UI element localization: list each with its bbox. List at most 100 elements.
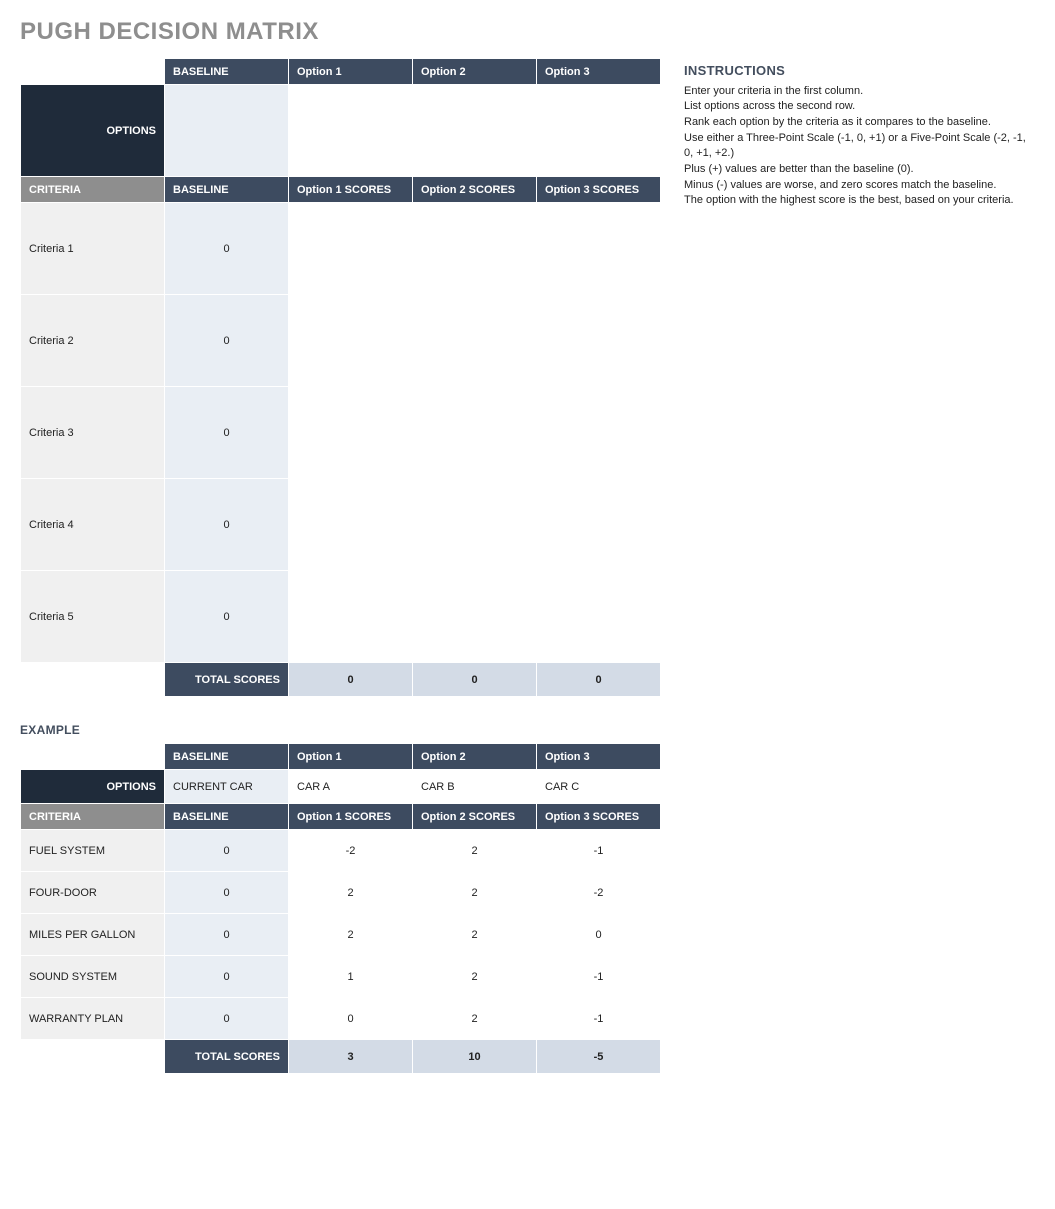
criteria-row: SOUND SYSTEM 0 1 2 -1 bbox=[21, 956, 661, 998]
score-cell[interactable] bbox=[413, 387, 537, 479]
criteria-header: CRITERIA bbox=[21, 177, 165, 203]
instructions-line: Use either a Three-Point Scale (-1, 0, +… bbox=[684, 131, 1035, 161]
score-header: Option 1 SCORES bbox=[289, 177, 413, 203]
score-cell: -1 bbox=[537, 998, 661, 1040]
score-cell: 2 bbox=[413, 956, 537, 998]
instructions-heading: INSTRUCTIONS bbox=[684, 62, 1035, 80]
criteria-row: Criteria 5 0 bbox=[21, 571, 661, 663]
option-header: Option 2 bbox=[413, 744, 537, 770]
total-scores-label: TOTAL SCORES bbox=[165, 663, 289, 697]
baseline-cell: 0 bbox=[165, 203, 289, 295]
score-cell[interactable] bbox=[413, 571, 537, 663]
option-header: BASELINE bbox=[165, 59, 289, 85]
score-cell[interactable] bbox=[289, 203, 413, 295]
instructions-panel: INSTRUCTIONS Enter your criteria in the … bbox=[684, 58, 1035, 209]
baseline-cell: 0 bbox=[165, 571, 289, 663]
criteria-cell[interactable]: Criteria 4 bbox=[21, 479, 165, 571]
score-cell: 2 bbox=[413, 914, 537, 956]
criteria-cell: FOUR-DOOR bbox=[21, 872, 165, 914]
score-cell: -1 bbox=[537, 830, 661, 872]
example-matrix: BASELINE Option 1 Option 2 Option 3 OPTI… bbox=[20, 743, 661, 1074]
criteria-row: FUEL SYSTEM 0 -2 2 -1 bbox=[21, 830, 661, 872]
criteria-cell: WARRANTY PLAN bbox=[21, 998, 165, 1040]
option-value-cell: CAR A bbox=[289, 770, 413, 804]
option-header: Option 1 bbox=[289, 744, 413, 770]
baseline-cell: 0 bbox=[165, 914, 289, 956]
baseline-cell: 0 bbox=[165, 956, 289, 998]
score-cell: -1 bbox=[537, 956, 661, 998]
score-header: Option 3 SCORES bbox=[537, 804, 661, 830]
score-cell: 1 bbox=[289, 956, 413, 998]
score-cell[interactable] bbox=[413, 479, 537, 571]
blank-corner bbox=[21, 59, 165, 85]
option-header: Option 3 bbox=[537, 744, 661, 770]
baseline-cell: 0 bbox=[165, 295, 289, 387]
main-matrix: BASELINE Option 1 Option 2 Option 3 OPTI… bbox=[20, 58, 661, 697]
score-cell: 2 bbox=[289, 872, 413, 914]
instructions-line: Rank each option by the criteria as it c… bbox=[684, 115, 1035, 130]
instructions-line: The option with the highest score is the… bbox=[684, 193, 1035, 208]
options-label: OPTIONS bbox=[21, 770, 165, 804]
criteria-cell[interactable]: Criteria 5 bbox=[21, 571, 165, 663]
criteria-cell[interactable]: Criteria 1 bbox=[21, 203, 165, 295]
criteria-row: Criteria 4 0 bbox=[21, 479, 661, 571]
instructions-line: Plus (+) values are better than the base… bbox=[684, 162, 1035, 177]
total-cell: 3 bbox=[289, 1040, 413, 1074]
score-cell[interactable] bbox=[413, 203, 537, 295]
options-label: OPTIONS bbox=[21, 85, 165, 177]
score-cell: -2 bbox=[289, 830, 413, 872]
baseline-cell: 0 bbox=[165, 479, 289, 571]
criteria-cell[interactable]: Criteria 3 bbox=[21, 387, 165, 479]
score-cell: 2 bbox=[413, 830, 537, 872]
total-cell: -5 bbox=[537, 1040, 661, 1074]
option-header: BASELINE bbox=[165, 744, 289, 770]
criteria-cell: MILES PER GALLON bbox=[21, 914, 165, 956]
option-header: Option 3 bbox=[537, 59, 661, 85]
score-cell[interactable] bbox=[537, 387, 661, 479]
score-cell: 2 bbox=[413, 998, 537, 1040]
criteria-row: MILES PER GALLON 0 2 2 0 bbox=[21, 914, 661, 956]
score-header: Option 1 SCORES bbox=[289, 804, 413, 830]
criteria-row: Criteria 1 0 bbox=[21, 203, 661, 295]
criteria-row: Criteria 2 0 bbox=[21, 295, 661, 387]
total-cell: 0 bbox=[413, 663, 537, 697]
score-cell[interactable] bbox=[289, 571, 413, 663]
total-cell: 10 bbox=[413, 1040, 537, 1074]
option-header: Option 1 bbox=[289, 59, 413, 85]
option-value-cell: CURRENT CAR bbox=[165, 770, 289, 804]
score-cell[interactable] bbox=[413, 295, 537, 387]
option-header: Option 2 bbox=[413, 59, 537, 85]
total-scores-label: TOTAL SCORES bbox=[165, 1040, 289, 1074]
score-cell: 2 bbox=[289, 914, 413, 956]
score-cell: 2 bbox=[413, 872, 537, 914]
score-header: BASELINE bbox=[165, 177, 289, 203]
option-value-cell[interactable] bbox=[537, 85, 661, 177]
score-header: Option 3 SCORES bbox=[537, 177, 661, 203]
score-cell[interactable] bbox=[289, 295, 413, 387]
instructions-line: Enter your criteria in the first column. bbox=[684, 84, 1035, 99]
score-cell: 0 bbox=[289, 998, 413, 1040]
score-cell[interactable] bbox=[537, 479, 661, 571]
option-value-cell: CAR B bbox=[413, 770, 537, 804]
score-cell[interactable] bbox=[537, 295, 661, 387]
baseline-cell: 0 bbox=[165, 387, 289, 479]
criteria-row: FOUR-DOOR 0 2 2 -2 bbox=[21, 872, 661, 914]
option-value-cell[interactable] bbox=[165, 85, 289, 177]
score-cell: -2 bbox=[537, 872, 661, 914]
baseline-cell: 0 bbox=[165, 998, 289, 1040]
baseline-cell: 0 bbox=[165, 872, 289, 914]
option-value-cell[interactable] bbox=[413, 85, 537, 177]
option-value-cell[interactable] bbox=[289, 85, 413, 177]
score-cell[interactable] bbox=[289, 387, 413, 479]
score-cell: 0 bbox=[537, 914, 661, 956]
total-cell: 0 bbox=[537, 663, 661, 697]
criteria-header: CRITERIA bbox=[21, 804, 165, 830]
baseline-cell: 0 bbox=[165, 830, 289, 872]
score-header: BASELINE bbox=[165, 804, 289, 830]
score-cell[interactable] bbox=[537, 571, 661, 663]
score-cell[interactable] bbox=[289, 479, 413, 571]
blank-corner bbox=[21, 1040, 165, 1074]
criteria-cell[interactable]: Criteria 2 bbox=[21, 295, 165, 387]
score-header: Option 2 SCORES bbox=[413, 177, 537, 203]
score-cell[interactable] bbox=[537, 203, 661, 295]
